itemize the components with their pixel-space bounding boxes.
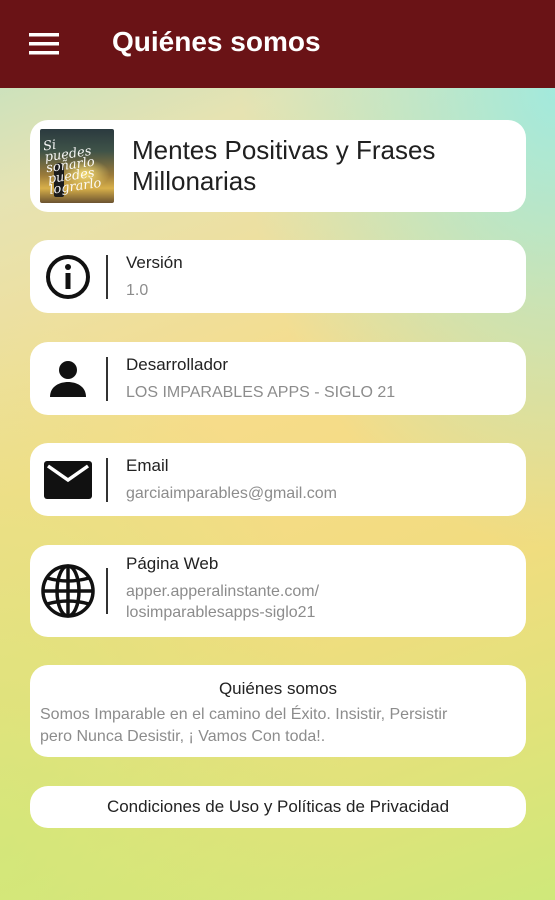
- app-bar: Quiénes somos: [0, 0, 555, 88]
- about-card: Quiénes somos Somos Imparable en el cami…: [30, 665, 526, 757]
- app-info-card: Si puedes soñarlo puedes lograrlo Mentes…: [30, 120, 526, 212]
- about-title: Quiénes somos: [218, 679, 338, 698]
- hamburger-menu-icon: [29, 33, 59, 55]
- email-value[interactable]: garciaimparables@gmail.com: [126, 483, 337, 504]
- about-text-line2: pero Nunca Desistir, ¡ Vamos Con toda!.: [40, 728, 326, 745]
- website-value[interactable]: apper.apperalinstante.com/ losimparables…: [126, 581, 319, 623]
- app-thumbnail: Si puedes soñarlo puedes lograrlo: [40, 129, 114, 203]
- divider: [106, 254, 108, 299]
- app-name: Mentes Positivas y Frases Millonarias: [132, 135, 436, 196]
- terms-button[interactable]: Condiciones de Uso y Políticas de Privac…: [30, 786, 526, 828]
- developer-card: Desarrollador LOS IMPARABLES APPS - SIGL…: [30, 342, 526, 415]
- website-label: Página Web: [126, 554, 219, 573]
- website-card[interactable]: Página Web apper.apperalinstante.com/ lo…: [30, 545, 526, 637]
- about-text: Somos Imparable en el camino del Éxito. …: [40, 704, 526, 748]
- globe-icon: [41, 564, 95, 618]
- terms-label: Condiciones de Uso y Políticas de Privac…: [106, 797, 450, 816]
- website-url-line2[interactable]: losimparablesapps-siglo21: [126, 602, 319, 623]
- about-text-line1: Somos Imparable en el camino del Éxito. …: [40, 706, 448, 723]
- developer-label: Desarrollador: [126, 355, 229, 374]
- email-card[interactable]: Email garciaimparables@gmail.com: [30, 443, 526, 516]
- person-icon: [50, 360, 86, 397]
- info-icon: [46, 254, 90, 299]
- website-url-line1[interactable]: apper.apperalinstante.com/: [126, 581, 319, 602]
- version-label: Versión: [126, 253, 183, 272]
- page-title: Quiénes somos: [112, 26, 321, 57]
- email-icon: [44, 460, 92, 499]
- version-value: 1.0: [126, 282, 149, 299]
- developer-value: LOS IMPARABLES APPS - SIGLO 21: [126, 384, 396, 401]
- email-label: Email: [126, 456, 169, 475]
- divider: [106, 356, 108, 401]
- menu-button[interactable]: [0, 0, 88, 88]
- version-card: Versión 1.0: [30, 240, 526, 313]
- divider: [106, 457, 108, 502]
- divider: [106, 568, 108, 614]
- app-thumbnail-text: Si puedes soñarlo puedes lograrlo: [42, 137, 103, 199]
